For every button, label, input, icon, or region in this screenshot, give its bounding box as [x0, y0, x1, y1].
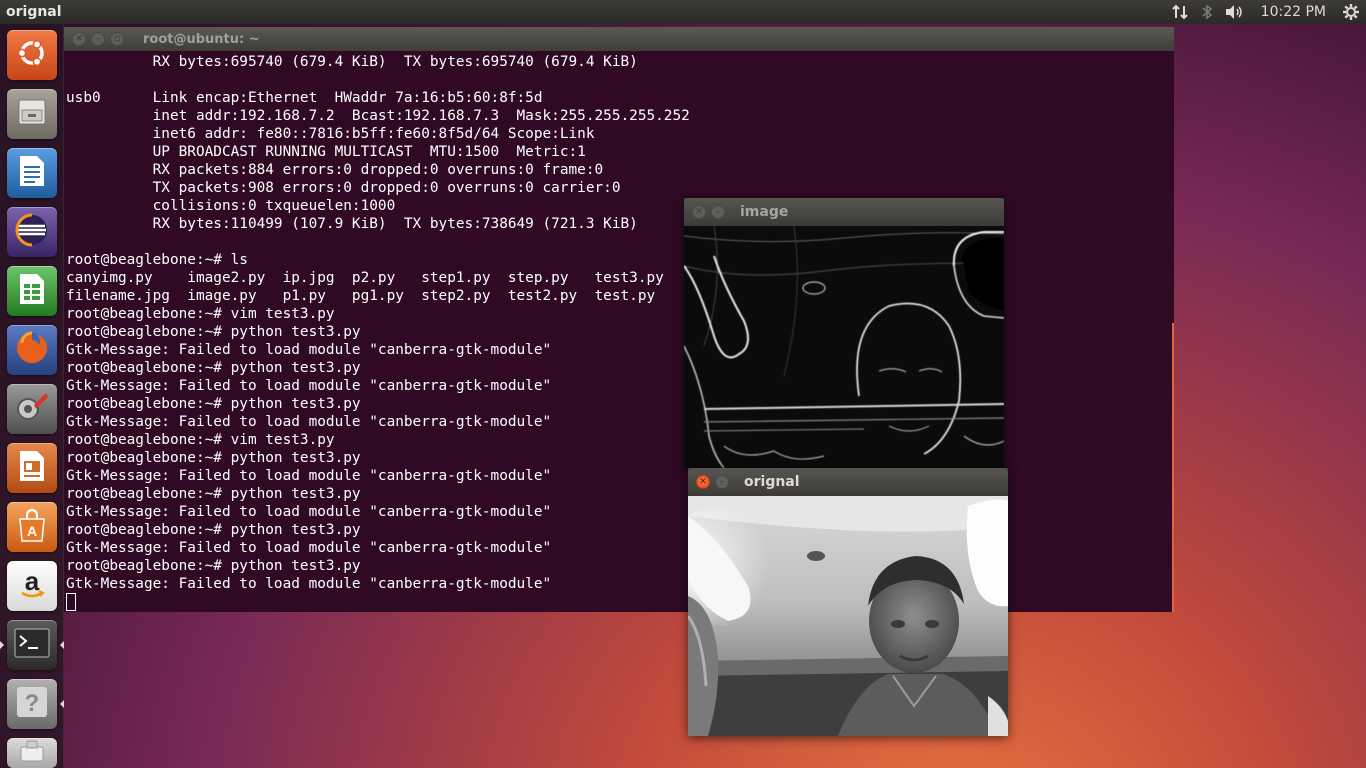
file-cabinet-icon — [16, 96, 48, 132]
close-icon[interactable]: ✕ — [696, 475, 710, 489]
terminal-line: collisions:0 txqueuelen:1000 — [66, 198, 396, 214]
close-icon[interactable]: ✕ — [692, 205, 706, 219]
minimize-icon[interactable]: – — [91, 32, 105, 46]
amazon-icon: a — [14, 566, 50, 606]
image-window-titlebar[interactable]: ✕ – image — [684, 198, 1004, 226]
terminal-line: root@beaglebone:~# ls — [66, 252, 248, 268]
gear-icon[interactable] — [1336, 0, 1366, 24]
terminal-line: root@beaglebone:~# python test3.py — [66, 450, 361, 466]
terminal-cursor — [66, 593, 76, 611]
terminal-line: RX bytes:695740 (679.4 KiB) TX bytes:695… — [66, 54, 638, 70]
image-window-title: image — [740, 204, 789, 220]
terminal-line: Gtk-Message: Failed to load module "canb… — [66, 342, 552, 358]
terminal-line: root@beaglebone:~# python test3.py — [66, 396, 361, 412]
launcher-eclipse[interactable] — [7, 207, 57, 257]
writer-document-icon — [17, 154, 47, 192]
terminal-line: Gtk-Message: Failed to load module "canb… — [66, 378, 552, 394]
ubuntu-logo-icon — [15, 36, 49, 74]
bluetooth-icon[interactable] — [1195, 0, 1219, 24]
launcher-libreoffice-impress[interactable] — [7, 443, 57, 493]
shopping-bag-icon: A — [15, 507, 49, 547]
maximize-icon[interactable]: ▫ — [110, 32, 124, 46]
impress-presentation-icon — [17, 449, 47, 487]
launcher: A a ? — [0, 24, 64, 768]
terminal-line: usb0 Link encap:Ethernet HWaddr 7a:16:b5… — [66, 90, 543, 106]
running-indicator — [0, 641, 4, 649]
terminal-scrollbar[interactable] — [1172, 323, 1174, 612]
terminal-title: root@ubuntu: ~ — [143, 31, 260, 47]
launcher-firefox[interactable] — [7, 325, 57, 375]
firefox-icon — [13, 329, 51, 371]
system-tray: 10:22 PM — [1165, 0, 1366, 24]
terminal-line: Gtk-Message: Failed to load module "canb… — [66, 414, 552, 430]
launcher-ubuntu-dash[interactable] — [7, 30, 57, 80]
question-mark-icon: ? — [15, 685, 49, 723]
close-icon[interactable]: ✕ — [72, 32, 86, 46]
launcher-files[interactable] — [7, 89, 57, 139]
settings-wrench-icon — [14, 389, 50, 429]
running-indicator — [60, 700, 64, 708]
terminal-line: inet6 addr: fe80::7816:b5ff:fe60:8f5d/64… — [66, 126, 595, 142]
active-window-title: orignal — [6, 4, 62, 20]
minimize-icon[interactable]: – — [715, 475, 729, 489]
volume-icon[interactable] — [1219, 0, 1251, 24]
launcher-help[interactable]: ? — [7, 679, 64, 729]
edge-image — [684, 226, 1004, 468]
terminal-line: RX packets:884 errors:0 dropped:0 overru… — [66, 162, 604, 178]
orignal-window[interactable]: ✕ – orignal — [688, 468, 1008, 736]
top-panel: orignal 10:22 PM — [0, 0, 1366, 24]
terminal-line: root@beaglebone:~# vim test3.py — [66, 306, 335, 322]
terminal-line: RX bytes:110499 (107.9 KiB) TX bytes:738… — [66, 216, 638, 232]
terminal-line: root@beaglebone:~# python test3.py — [66, 360, 361, 376]
orignal-window-title: orignal — [744, 474, 800, 490]
launcher-libreoffice-calc[interactable] — [7, 266, 57, 316]
svg-text:A: A — [27, 523, 37, 539]
launcher-libreoffice-writer[interactable] — [7, 148, 57, 198]
launcher-software-center[interactable]: A — [7, 502, 57, 552]
svg-text:?: ? — [25, 690, 40, 717]
clock[interactable]: 10:22 PM — [1251, 0, 1336, 24]
calc-spreadsheet-icon — [17, 272, 47, 310]
terminal-icon — [14, 628, 50, 662]
usb-drive-icon — [17, 739, 47, 767]
orignal-window-titlebar[interactable]: ✕ – orignal — [688, 468, 1008, 496]
launcher-amazon[interactable]: a — [7, 561, 57, 611]
focused-indicator — [60, 641, 64, 649]
terminal-line: inet addr:192.168.7.2 Bcast:192.168.7.3 … — [66, 108, 690, 124]
terminal-titlebar[interactable]: ✕ – ▫ root@ubuntu: ~ — [64, 27, 1174, 51]
terminal-line: UP BROADCAST RUNNING MULTICAST MTU:1500 … — [66, 144, 586, 160]
network-updown-icon[interactable] — [1165, 0, 1195, 24]
eclipse-icon — [14, 212, 50, 252]
terminal-line: TX packets:908 errors:0 dropped:0 overru… — [66, 180, 621, 196]
terminal-line: root@beaglebone:~# python test3.py — [66, 324, 361, 340]
launcher-usb-drive[interactable] — [7, 738, 57, 768]
terminal-line: canyimg.py image2.py ip.jpg p2.py step1.… — [66, 270, 664, 286]
minimize-icon[interactable]: – — [711, 205, 725, 219]
launcher-system-settings[interactable] — [7, 384, 57, 434]
camera-image — [688, 496, 1008, 736]
terminal-line: root@beaglebone:~# vim test3.py — [66, 432, 335, 448]
terminal-line: filename.jpg image.py p1.py pg1.py step2… — [66, 288, 656, 304]
svg-text:a: a — [25, 566, 40, 596]
launcher-terminal[interactable] — [0, 620, 64, 670]
image-window[interactable]: ✕ – image — [684, 198, 1004, 468]
